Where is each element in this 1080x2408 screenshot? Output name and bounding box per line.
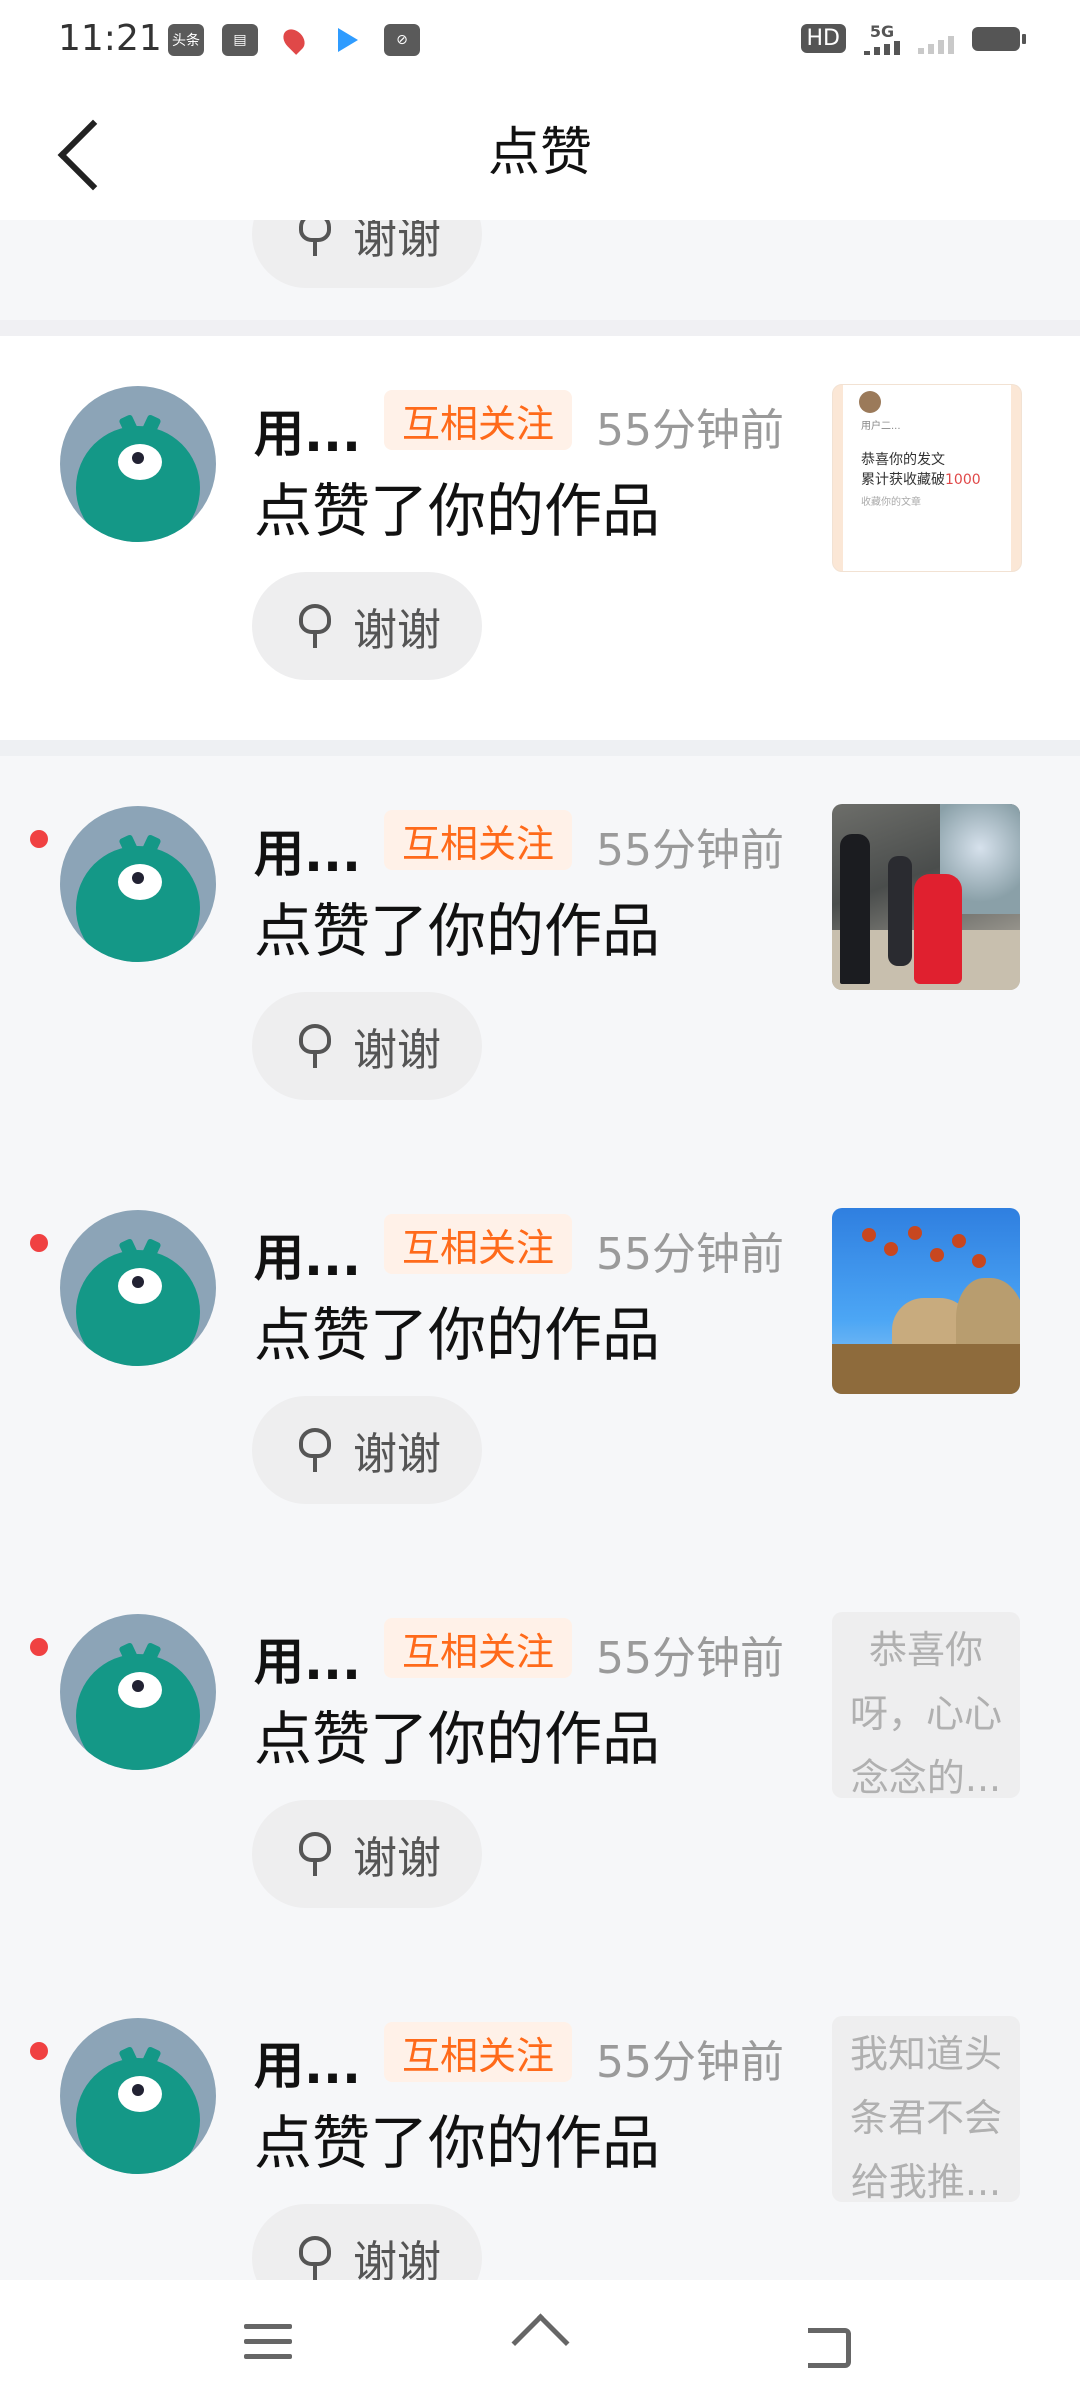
user-name[interactable]: 用... (254, 814, 361, 886)
time-ago: 55分钟前 (596, 1633, 784, 1684)
post-thumbnail[interactable] (832, 804, 1020, 990)
mutual-follow-tag: 互相关注 (384, 1214, 573, 1274)
user-name[interactable]: 用... (254, 1218, 361, 1290)
list-item[interactable]: 用... 互相关注 55分钟前 点赞了你的作品 谢谢 恭喜你呀，心心念念的... (0, 1564, 1080, 1968)
network-5g: 5G (864, 22, 900, 55)
action-text: 点赞了你的作品 (254, 897, 661, 965)
network-label: 5G (869, 22, 895, 41)
post-thumbnail[interactable]: 用户二... 恭喜你的发文 累计获收藏破1000 收藏你的文章 (832, 384, 1022, 572)
unread-dot (30, 830, 48, 848)
mutual-follow-tag: 互相关注 (384, 390, 573, 450)
flower-icon (293, 1024, 337, 1068)
mutual-follow-tag: 互相关注 (384, 810, 573, 870)
map-pin-icon (276, 24, 312, 56)
thanks-label: 谢谢 (353, 1833, 441, 1884)
avatar[interactable] (60, 386, 216, 542)
hd-badge: HD (800, 24, 846, 53)
video-play-icon (330, 24, 366, 56)
flower-icon (293, 1832, 337, 1876)
action-text: 点赞了你的作品 (254, 2109, 661, 2177)
status-system-icons: HD 5G (800, 22, 1026, 55)
time-ago: 55分钟前 (596, 405, 784, 456)
unread-dot (30, 2042, 48, 2060)
thanks-button[interactable]: 谢谢 (252, 992, 482, 1100)
cert-line3: 收藏你的文章 (861, 497, 921, 508)
cert-line2: 累计获收藏破1000 (861, 472, 981, 488)
avatar[interactable] (60, 806, 216, 962)
battery-icon (972, 26, 1026, 51)
cert-avatar (859, 391, 881, 413)
cert-line1: 恭喜你的发文 (861, 452, 945, 468)
avatar[interactable] (60, 2018, 216, 2174)
avatar[interactable] (60, 1210, 216, 1366)
list-item[interactable]: 用... 互相关注 55分钟前 点赞了你的作品 谢谢 用户二... 恭喜你的发文… (0, 336, 1080, 756)
thanks-button[interactable]: 谢谢 (252, 572, 482, 680)
system-nav-bar (0, 2280, 1080, 2408)
list-item-partial: 谢谢 (0, 180, 1080, 336)
thanks-button[interactable]: 谢谢 (252, 1396, 482, 1504)
capsule-icon: ⊘ (384, 24, 420, 56)
time-ago: 55分钟前 (596, 1229, 784, 1280)
user-name[interactable]: 用... (254, 2026, 361, 2098)
toutiao-icon: 头条 (168, 24, 204, 56)
likes-list: 谢谢 用... 互相关注 55分钟前 点赞了你的作品 谢谢 用户二... 恭喜你… (0, 180, 1080, 2372)
signal-icon (864, 41, 900, 55)
page-title: 点赞 (487, 123, 592, 183)
flower-icon (293, 2236, 337, 2280)
home-icon[interactable] (510, 2320, 566, 2366)
user-name[interactable]: 用... (254, 394, 361, 466)
list-item[interactable]: 用... 互相关注 55分钟前 点赞了你的作品 谢谢 (0, 1160, 1080, 1564)
thanks-label: 谢谢 (353, 1025, 441, 1076)
thanks-label: 谢谢 (353, 605, 441, 656)
cert-user: 用户二... (861, 421, 901, 432)
thanks-button[interactable]: 谢谢 (252, 1800, 482, 1908)
post-thumbnail[interactable]: 我知道头条君不会给我推... (832, 2016, 1020, 2202)
post-thumbnail[interactable]: 恭喜你呀，心心念念的... (832, 1612, 1020, 1798)
list-item[interactable]: 用... 互相关注 55分钟前 点赞了你的作品 谢谢 (0, 756, 1080, 1160)
unread-dot (30, 1638, 48, 1656)
flower-icon (293, 604, 337, 648)
menu-icon[interactable] (244, 2324, 292, 2360)
time-ago: 55分钟前 (596, 825, 784, 876)
user-name[interactable]: 用... (254, 1622, 361, 1694)
unread-dot (30, 1234, 48, 1252)
time-ago: 55分钟前 (596, 2037, 784, 2088)
post-thumbnail[interactable] (832, 1208, 1020, 1394)
avatar[interactable] (60, 1614, 216, 1770)
status-time: 11:21 (58, 18, 162, 59)
back-icon[interactable] (800, 2322, 851, 2368)
action-text: 点赞了你的作品 (254, 1705, 661, 1773)
mutual-follow-tag: 互相关注 (384, 2022, 573, 2082)
flower-icon (293, 1428, 337, 1472)
calendar-icon: ▤ (222, 24, 258, 56)
mutual-follow-tag: 互相关注 (384, 1618, 573, 1678)
thanks-label: 谢谢 (353, 1429, 441, 1480)
status-app-icons: 头条 ▤ ⊘ (168, 24, 420, 56)
signal-weak-icon (918, 24, 954, 54)
action-text: 点赞了你的作品 (254, 477, 661, 545)
action-text: 点赞了你的作品 (254, 1301, 661, 1369)
status-bar: 11:21 头条 ▤ ⊘ HD 5G (0, 0, 1080, 80)
header: 点赞 (0, 80, 1080, 220)
